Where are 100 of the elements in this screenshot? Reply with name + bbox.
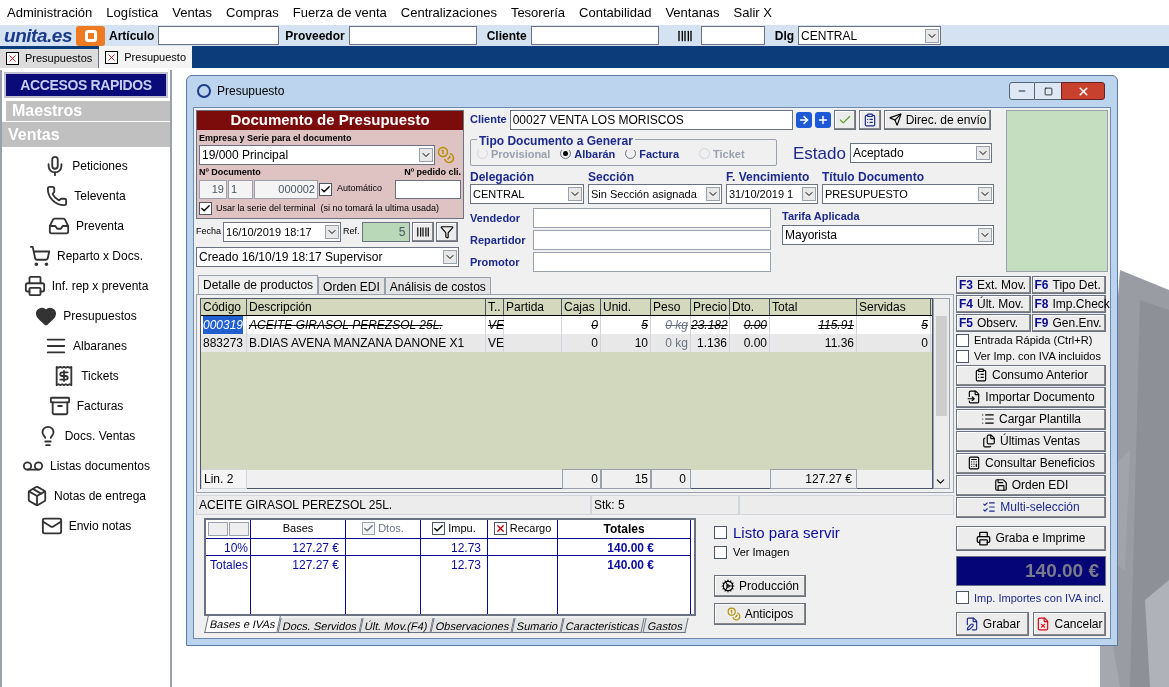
sidebar-item[interactable]: Listas documentos: [21, 451, 151, 481]
menu-item[interactable]: Ventanas: [665, 2, 720, 23]
select-dropdown[interactable]: PRESUPUESTO: [822, 184, 994, 204]
tab[interactable]: Análisis de costos: [384, 276, 491, 294]
document-tab[interactable]: Presupuesto: [99, 46, 193, 68]
tab[interactable]: Observaciones: [430, 617, 515, 633]
menu-item[interactable]: Tesorería: [510, 2, 566, 23]
select-dropdown[interactable]: CENTRAL: [470, 184, 584, 204]
add-button[interactable]: [814, 111, 831, 128]
column-header[interactable]: Unid.: [601, 298, 651, 315]
checkbox[interactable]: [432, 522, 446, 535]
minimize-button[interactable]: [1009, 82, 1035, 101]
company-dropdown[interactable]: 19/000 Principal: [199, 145, 435, 165]
column-header[interactable]: Descripción: [247, 298, 486, 315]
sidebar-item[interactable]: Docs. Ventas: [36, 421, 136, 451]
tab[interactable]: Últ. Mov.(F4): [359, 617, 434, 633]
close-icon[interactable]: [105, 50, 119, 64]
rate-dropdown[interactable]: Mayorista: [782, 224, 994, 245]
filter-button[interactable]: [435, 222, 458, 242]
number-field[interactable]: 000002: [254, 179, 318, 199]
tab[interactable]: Gastos: [642, 617, 689, 633]
column-header[interactable]: Cajas: [562, 298, 601, 315]
status-dropdown[interactable]: Creado 16/10/19 18:17 Supervisor: [196, 247, 459, 267]
menu-item[interactable]: Logística: [106, 2, 159, 23]
text-field[interactable]: [533, 230, 771, 250]
action-button[interactable]: Cargar Plantilla: [956, 408, 1106, 430]
select-dropdown[interactable]: Sin Sección asignada: [588, 184, 722, 204]
sidebar-item[interactable]: Tickets: [53, 361, 119, 391]
reference-field[interactable]: 5: [361, 222, 410, 242]
menu-item[interactable]: Compras: [226, 2, 279, 23]
barcode-button[interactable]: [411, 222, 434, 242]
tab[interactable]: Características: [560, 617, 646, 633]
tab[interactable]: Sumario: [511, 617, 564, 633]
state-dropdown[interactable]: Aceptado: [849, 143, 992, 164]
search-field[interactable]: [348, 26, 477, 45]
sidebar-item[interactable]: Presupuestos: [35, 301, 137, 331]
order-field[interactable]: [395, 179, 461, 199]
previous-button[interactable]: [208, 521, 228, 536]
barcode-field[interactable]: [700, 26, 765, 45]
shipping-address-button[interactable]: Direc. de envío: [883, 109, 992, 130]
action-button[interactable]: Producción: [714, 574, 806, 597]
sidebar-item[interactable]: Albaranes: [44, 331, 127, 361]
search-field[interactable]: [158, 26, 280, 45]
function-key-button[interactable]: F4 Últ. Mov.: [956, 294, 1031, 313]
series-field[interactable]: 19: [199, 179, 227, 199]
cancel-button[interactable]: Cancelar: [1033, 612, 1106, 636]
sidebar-item[interactable]: Facturas: [48, 391, 124, 421]
action-button[interactable]: Anticipos: [714, 602, 806, 625]
series-field[interactable]: 1: [228, 179, 253, 199]
column-header[interactable]: Precio: [691, 298, 730, 315]
tab[interactable]: Docs. Servidos: [277, 617, 363, 633]
delegation-dropdown[interactable]: CENTRAL: [798, 26, 942, 45]
column-header[interactable]: T..: [486, 298, 504, 315]
function-key-button[interactable]: F3 Ext. Mov.: [956, 275, 1031, 294]
save-button[interactable]: Grabar: [956, 612, 1029, 636]
sidebar-item[interactable]: Envio notas: [40, 511, 132, 541]
menu-item[interactable]: Contabilidad: [579, 2, 652, 23]
function-key-button[interactable]: F6 Tipo Det.: [1031, 275, 1106, 294]
document-button[interactable]: [858, 109, 881, 130]
select-dropdown[interactable]: 31/10/2019 1: [726, 184, 818, 204]
sidebar-item[interactable]: Peticiones: [44, 151, 128, 181]
maximize-button[interactable]: [1035, 82, 1061, 101]
checkbox[interactable]: [199, 201, 212, 215]
menu-item[interactable]: Administración: [7, 2, 93, 23]
action-button[interactable]: Orden EDI: [956, 474, 1106, 496]
checkbox[interactable]: [493, 522, 507, 535]
document-tab[interactable]: Presupuestos: [0, 49, 100, 68]
column-header[interactable]: Código: [201, 298, 247, 315]
checkbox[interactable]: [319, 182, 332, 196]
tab[interactable]: Detalle de productos: [198, 274, 319, 294]
action-button[interactable]: Consumo Anterior: [956, 364, 1106, 386]
sidebar-item[interactable]: Notas de entrega: [25, 481, 147, 511]
column-header[interactable]: Peso: [651, 298, 691, 315]
menu-item[interactable]: Fuerza de venta: [292, 2, 387, 23]
column-header[interactable]: Servidas: [857, 298, 931, 315]
text-field[interactable]: [533, 208, 771, 228]
menu-item[interactable]: Salir X: [733, 2, 772, 23]
function-key-button[interactable]: F5 Observ.: [956, 313, 1031, 332]
client-field[interactable]: 00027 VENTA LOS MORISCOS: [509, 109, 793, 130]
column-header[interactable]: Dto.: [730, 298, 770, 315]
close-icon[interactable]: [6, 52, 19, 65]
confirm-button[interactable]: [833, 109, 856, 130]
tab[interactable]: Orden EDI: [318, 276, 385, 294]
search-field[interactable]: [530, 26, 659, 45]
save-print-button[interactable]: Graba e Imprime: [956, 525, 1106, 551]
checkbox[interactable]: [956, 349, 969, 363]
menu-item[interactable]: Centralizaciones: [400, 2, 497, 23]
date-dropdown[interactable]: 16/10/2019 18:17: [223, 222, 341, 242]
checkbox[interactable]: [714, 545, 727, 559]
action-button[interactable]: Multi-selección: [956, 496, 1106, 518]
text-field[interactable]: [533, 252, 771, 272]
next-button[interactable]: [229, 521, 249, 536]
checkbox[interactable]: [956, 333, 969, 347]
sidebar-item[interactable]: Reparto x Docs.: [28, 241, 143, 271]
checkbox[interactable]: [956, 591, 969, 605]
column-header[interactable]: Total: [770, 298, 857, 315]
column-header[interactable]: Partida: [504, 298, 562, 315]
sidebar-item[interactable]: Inf. rep x preventa: [23, 271, 149, 301]
checkbox[interactable]: [714, 526, 727, 540]
function-key-button[interactable]: F9 Gen.Env.: [1031, 313, 1106, 332]
